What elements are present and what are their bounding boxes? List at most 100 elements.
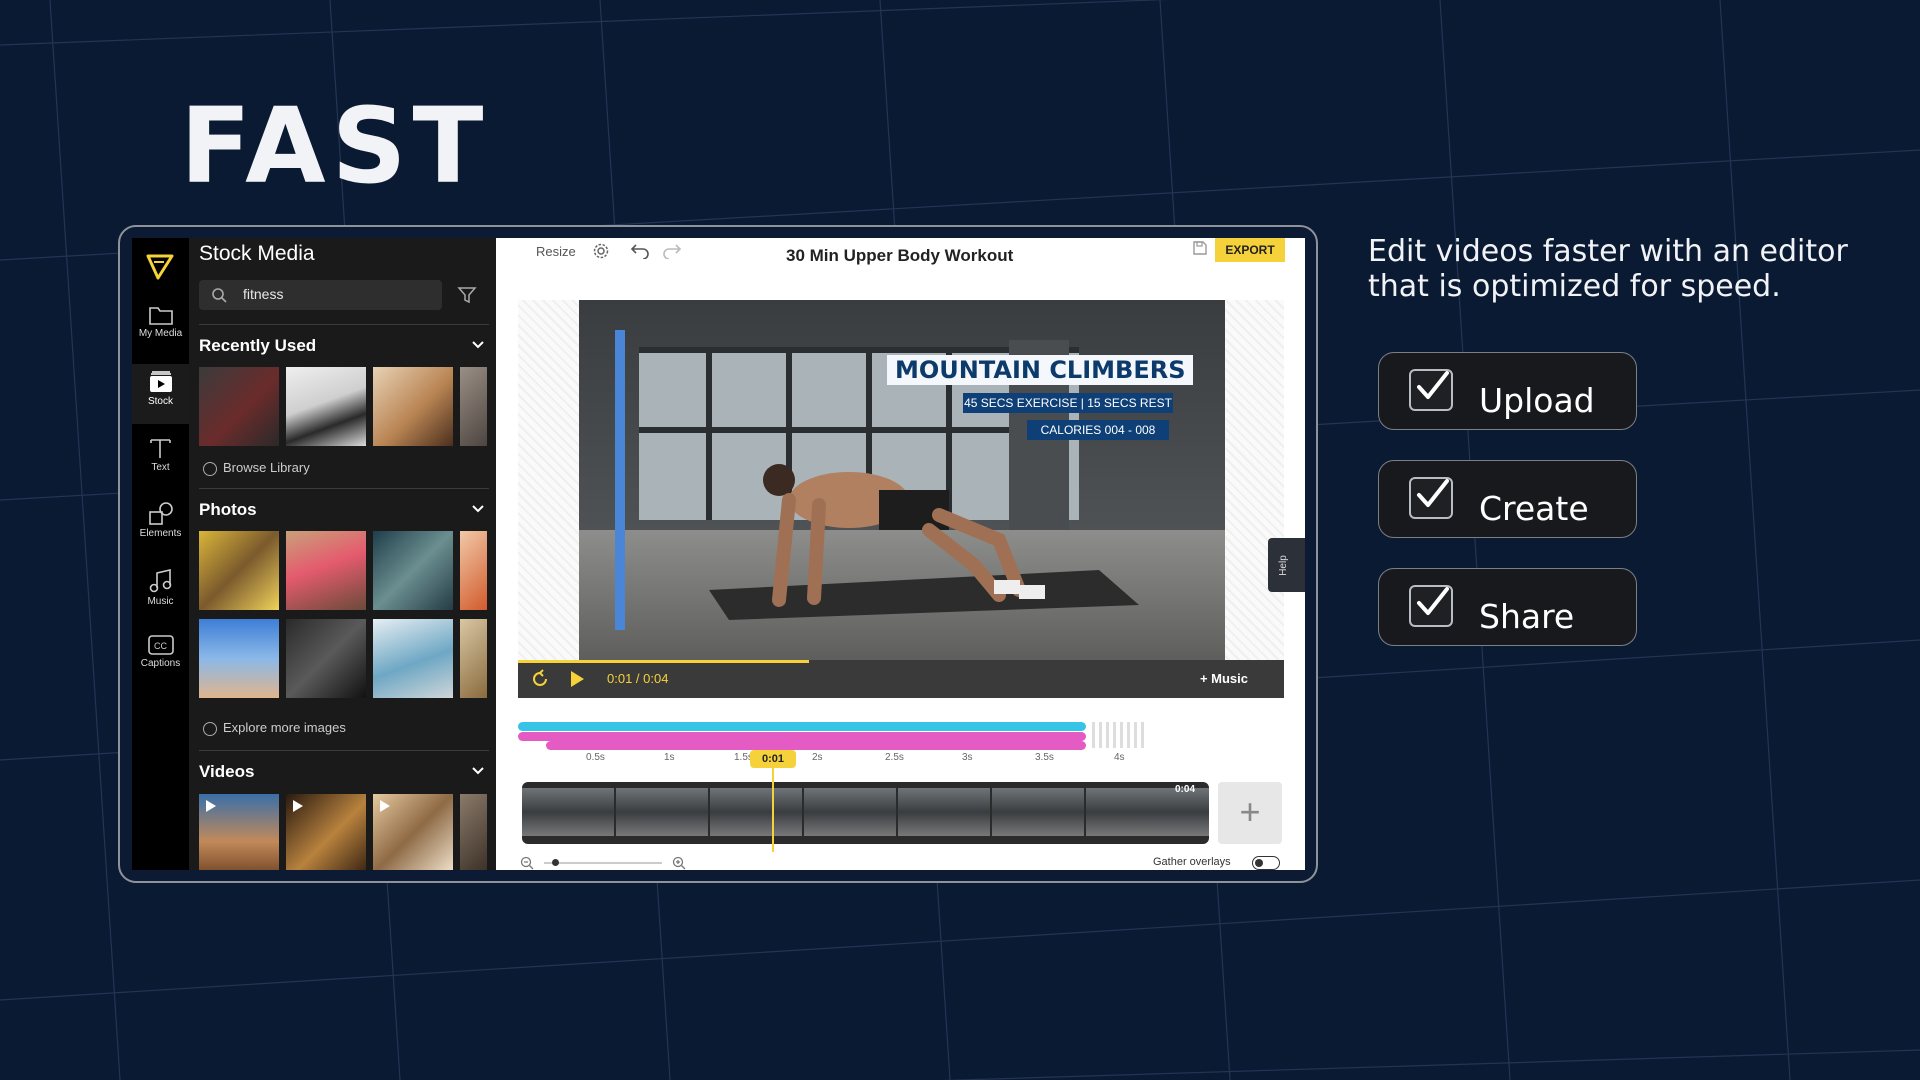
playhead-time[interactable]: 0:01 bbox=[750, 750, 796, 768]
section-recently-used[interactable]: Recently Used bbox=[199, 336, 489, 356]
media-thumbnail[interactable] bbox=[460, 367, 487, 446]
feature-label: Upload bbox=[1479, 381, 1595, 420]
photo-thumbnail[interactable] bbox=[199, 531, 279, 610]
playback-progress[interactable] bbox=[518, 660, 810, 663]
play-icon[interactable] bbox=[568, 670, 586, 688]
gather-overlays-label: Gather overlays bbox=[1153, 856, 1231, 868]
timeline-tick: 3s bbox=[962, 752, 973, 763]
video-frame-image bbox=[579, 300, 1225, 660]
clip-frame bbox=[804, 788, 896, 836]
video-thumbnail[interactable] bbox=[199, 794, 279, 870]
filter-icon[interactable] bbox=[457, 285, 477, 305]
video-preview[interactable]: MOUNTAIN CLIMBERS 45 SECS EXERCISE | 15 … bbox=[579, 300, 1225, 660]
search-icon bbox=[212, 288, 227, 303]
svg-text:CC: CC bbox=[154, 641, 167, 651]
video-thumbnail[interactable] bbox=[460, 794, 487, 870]
zoom-out-icon[interactable] bbox=[520, 856, 534, 870]
clip-frame bbox=[616, 788, 708, 836]
media-thumbnail[interactable] bbox=[199, 367, 279, 446]
section-title: Videos bbox=[199, 762, 255, 781]
check-icon bbox=[1409, 369, 1453, 411]
video-thumbnail[interactable] bbox=[373, 794, 453, 870]
rail-item-label: Captions bbox=[140, 658, 181, 669]
add-music-button[interactable]: + Music bbox=[1200, 671, 1248, 686]
clip-duration: 0:04 bbox=[1174, 784, 1195, 795]
clip-frame bbox=[898, 788, 990, 836]
save-icon[interactable] bbox=[1192, 240, 1208, 256]
photo-thumbnail[interactable] bbox=[286, 619, 366, 698]
media-thumbnail[interactable] bbox=[286, 367, 366, 446]
clip-frame bbox=[522, 788, 614, 836]
play-icon bbox=[380, 800, 390, 812]
section-photos[interactable]: Photos bbox=[199, 500, 489, 520]
gather-overlays-toggle[interactable] bbox=[1252, 856, 1280, 870]
overlay-subtitle-text[interactable]: 45 SECS EXERCISE | 15 SECS REST bbox=[963, 393, 1173, 413]
rail-item-stock[interactable]: Stock bbox=[132, 364, 189, 424]
editor-area: Resize 30 Min Upper Body Workout EXPORT bbox=[496, 238, 1305, 870]
zoom-slider[interactable] bbox=[544, 862, 662, 864]
timeline-empty-area bbox=[1092, 722, 1144, 748]
rail-item-elements[interactable]: Elements bbox=[132, 496, 189, 556]
gear-icon[interactable] bbox=[592, 242, 610, 260]
photo-thumbnail[interactable] bbox=[373, 619, 453, 698]
timeline-tick: 1s bbox=[664, 752, 675, 763]
undo-icon[interactable] bbox=[630, 243, 650, 259]
play-icon bbox=[293, 800, 303, 812]
photo-thumbnail[interactable] bbox=[199, 619, 279, 698]
video-thumbnail[interactable] bbox=[286, 794, 366, 870]
browse-library-link[interactable]: Browse Library bbox=[203, 460, 310, 476]
check-icon bbox=[1409, 585, 1453, 627]
timeline-track-pink[interactable] bbox=[518, 732, 1086, 741]
clip-frame bbox=[710, 788, 802, 836]
stock-film-icon bbox=[149, 371, 172, 392]
chevron-down-icon bbox=[472, 767, 484, 775]
divider bbox=[199, 488, 489, 489]
photo-thumbnail[interactable] bbox=[373, 531, 453, 610]
export-button[interactable]: EXPORT bbox=[1215, 238, 1285, 262]
redo-icon[interactable] bbox=[662, 243, 682, 259]
rail-item-captions[interactable]: CC Captions bbox=[132, 628, 189, 688]
overlay-title-text[interactable]: MOUNTAIN CLIMBERS bbox=[887, 355, 1194, 385]
rail-item-my-media[interactable]: My Media bbox=[132, 298, 189, 358]
search-input[interactable] bbox=[241, 285, 435, 303]
zoom-in-icon[interactable] bbox=[672, 856, 686, 870]
feature-label: Create bbox=[1479, 489, 1589, 528]
search-box bbox=[199, 280, 442, 310]
timeline-tick: 4s bbox=[1114, 752, 1125, 763]
replay-icon[interactable] bbox=[530, 669, 550, 689]
resize-button[interactable]: Resize bbox=[536, 244, 576, 259]
hero-title: FAST bbox=[180, 85, 490, 207]
divider bbox=[199, 750, 489, 751]
rail-item-label: Stock bbox=[147, 396, 173, 407]
feature-upload: Upload bbox=[1378, 352, 1637, 430]
chevron-down-icon bbox=[472, 341, 484, 349]
overlay-calories-text[interactable]: CALORIES 004 - 008 bbox=[1027, 420, 1169, 440]
rail-item-music[interactable]: Music bbox=[132, 562, 189, 622]
clip-frame bbox=[1086, 788, 1209, 836]
timeline-tick: 0.5s bbox=[586, 752, 605, 763]
photo-thumbnail[interactable] bbox=[460, 619, 487, 698]
zoom-slider-handle[interactable] bbox=[552, 859, 559, 866]
folder-icon bbox=[148, 307, 173, 325]
check-icon bbox=[1409, 477, 1453, 519]
photo-thumbnail[interactable] bbox=[460, 531, 487, 610]
link-label: Explore more images bbox=[223, 720, 346, 735]
panel-title: Stock Media bbox=[199, 242, 315, 265]
cc-icon: CC bbox=[147, 635, 174, 655]
timeline-track-pink[interactable] bbox=[546, 741, 1086, 750]
photo-thumbnail[interactable] bbox=[286, 531, 366, 610]
playhead-line[interactable] bbox=[772, 768, 774, 852]
explore-more-link[interactable]: Explore more images bbox=[203, 720, 346, 736]
icon-rail: My Media Stock Text Elements Music CC Ca… bbox=[132, 238, 189, 870]
logo-icon bbox=[144, 250, 176, 287]
stock-media-panel: Stock Media Recently Used Browse Library… bbox=[189, 238, 496, 870]
rail-item-text[interactable]: Text bbox=[132, 430, 189, 490]
section-videos[interactable]: Videos bbox=[199, 762, 489, 782]
media-thumbnail[interactable] bbox=[373, 367, 453, 446]
timeline-track-cyan[interactable] bbox=[518, 722, 1086, 731]
project-title[interactable]: 30 Min Upper Body Workout bbox=[786, 246, 1013, 266]
video-clip-filmstrip[interactable]: 0:04 bbox=[522, 782, 1209, 844]
add-clip-button[interactable]: + bbox=[1218, 782, 1282, 844]
play-icon bbox=[206, 800, 216, 812]
help-tab[interactable]: Help bbox=[1268, 538, 1305, 592]
